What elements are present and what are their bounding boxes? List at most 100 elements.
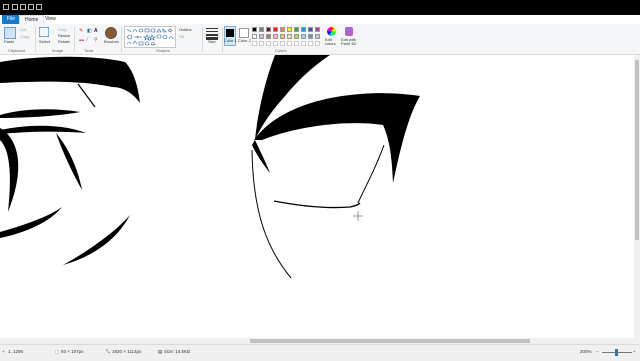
paste-button[interactable]: Paste: [4, 39, 14, 44]
custom-color-slot[interactable]: [280, 41, 285, 46]
undo-icon[interactable]: [20, 4, 26, 10]
palette-swatch[interactable]: [315, 34, 320, 39]
custom-color-slot[interactable]: [259, 41, 264, 46]
separator: [121, 27, 122, 52]
left-lid-line-2: [0, 125, 86, 134]
copy-button[interactable]: Copy: [20, 34, 29, 39]
right-lash-tip: [252, 140, 270, 173]
palette-swatch[interactable]: [252, 34, 257, 39]
app-icon: [3, 4, 9, 10]
palette-swatch[interactable]: [294, 34, 299, 39]
anime-eyes-sketch: [0, 55, 420, 279]
pencil-icon[interactable]: ✎: [79, 28, 83, 34]
save-icon[interactable]: [12, 4, 18, 10]
tools-grid: ✎ ◧ A ▬ ⁄ ⚲: [79, 28, 99, 44]
custom-color-slot[interactable]: [294, 41, 299, 46]
right-lower-lid: [273, 200, 361, 209]
palette-swatch[interactable]: [287, 34, 292, 39]
right-eye-corner: [357, 144, 385, 204]
edit-with-paint3d-button[interactable]: Edit with Paint 3D: [341, 38, 358, 46]
zoom-in-icon[interactable]: +: [633, 349, 636, 354]
color-picker-icon[interactable]: ⁄: [87, 37, 88, 43]
crosshair-cursor: [353, 211, 363, 221]
left-iris-edge: [0, 128, 19, 212]
zoom-slider-thumb[interactable]: [615, 349, 618, 356]
custom-color-slot[interactable]: [287, 41, 292, 46]
magnifier-icon[interactable]: ⚲: [94, 37, 98, 43]
customize-quick-access-icon[interactable]: [36, 4, 42, 10]
palette-swatch[interactable]: [259, 27, 264, 32]
paint3d-icon[interactable]: [345, 27, 353, 36]
palette-swatch[interactable]: [308, 27, 313, 32]
custom-color-slot[interactable]: [273, 41, 278, 46]
drawing-canvas[interactable]: [0, 55, 634, 338]
shapes-gallery[interactable]: [124, 26, 176, 48]
tab-file[interactable]: File: [2, 15, 21, 24]
shapes-gallery-icons: [126, 28, 174, 46]
selection-size: 93 × 107px: [61, 349, 84, 354]
outline-dropdown[interactable]: Outline: [179, 27, 192, 32]
palette-swatch[interactable]: [301, 27, 306, 32]
palette-swatch[interactable]: [266, 34, 271, 39]
rotate-button[interactable]: Rotate: [58, 39, 70, 44]
tab-view[interactable]: View: [40, 15, 61, 24]
palette-swatch[interactable]: [273, 27, 278, 32]
image-size-icon: ⤡: [106, 349, 110, 354]
resize-button[interactable]: Resize: [58, 33, 70, 38]
custom-color-slot[interactable]: [266, 41, 271, 46]
face-contour: [251, 149, 292, 279]
color1-selector[interactable]: [224, 26, 236, 46]
fill-icon[interactable]: ◧: [87, 28, 92, 34]
custom-color-slot[interactable]: [315, 41, 320, 46]
select-icon[interactable]: [39, 27, 49, 37]
brushes-icon[interactable]: [105, 27, 117, 39]
zoom-out-icon[interactable]: −: [596, 349, 599, 354]
left-iris-edge-2: [56, 133, 82, 190]
vertical-scroll-thumb[interactable]: [635, 60, 639, 240]
zoom-level: 200%: [580, 349, 592, 354]
palette-swatch[interactable]: [266, 27, 271, 32]
custom-color-slot[interactable]: [308, 41, 313, 46]
group-label-clipboard: Clipboard: [8, 48, 26, 53]
title-bar: [0, 0, 640, 15]
cursor-position-icon: +: [2, 349, 5, 354]
color2-label: Color 2: [238, 38, 251, 43]
color2-selector[interactable]: [239, 28, 249, 38]
palette-swatch[interactable]: [280, 27, 285, 32]
palette-swatch[interactable]: [273, 34, 278, 39]
size-button[interactable]: Size: [208, 39, 216, 44]
custom-color-slot[interactable]: [252, 41, 257, 46]
text-icon[interactable]: A: [94, 28, 98, 34]
select-button[interactable]: Select: [39, 39, 50, 44]
palette-swatch[interactable]: [301, 34, 306, 39]
custom-color-slot[interactable]: [301, 41, 306, 46]
cursor-position: 1, 1296: [8, 349, 24, 354]
group-label-colors: Colors: [275, 48, 287, 53]
cut-button[interactable]: Cut: [20, 27, 26, 32]
right-upper-lash: [254, 93, 420, 183]
redo-icon[interactable]: [28, 4, 34, 10]
palette-swatch[interactable]: [294, 27, 299, 32]
left-stroke: [77, 83, 96, 108]
crop-button[interactable]: Crop: [58, 27, 67, 32]
group-label-shapes: Shapes: [156, 48, 170, 53]
edit-colors-icon[interactable]: [327, 27, 336, 36]
status-bar: + 1, 1296 ⬚ 93 × 107px ⤡ 1920 × 1114px ▤…: [0, 344, 640, 361]
paste-icon[interactable]: [4, 27, 16, 39]
palette-swatch[interactable]: [315, 27, 320, 32]
selection-icon: ⬚: [55, 349, 60, 354]
palette-swatch[interactable]: [252, 27, 257, 32]
size-icon[interactable]: [206, 28, 218, 40]
palette-swatch[interactable]: [308, 34, 313, 39]
edit-colors-button[interactable]: Edit colors: [325, 38, 339, 46]
palette-swatch[interactable]: [259, 34, 264, 39]
fill-dropdown[interactable]: Fill: [179, 34, 184, 39]
eraser-icon[interactable]: ▬: [79, 37, 84, 43]
brushes-button[interactable]: Brushes: [104, 39, 119, 44]
palette-swatch[interactable]: [287, 27, 292, 32]
palette-swatch[interactable]: [280, 34, 285, 39]
group-label-tools: Tools: [84, 48, 94, 53]
color1-label: Color 1: [224, 38, 237, 43]
horizontal-scroll-thumb[interactable]: [250, 339, 530, 343]
separator: [74, 27, 75, 52]
